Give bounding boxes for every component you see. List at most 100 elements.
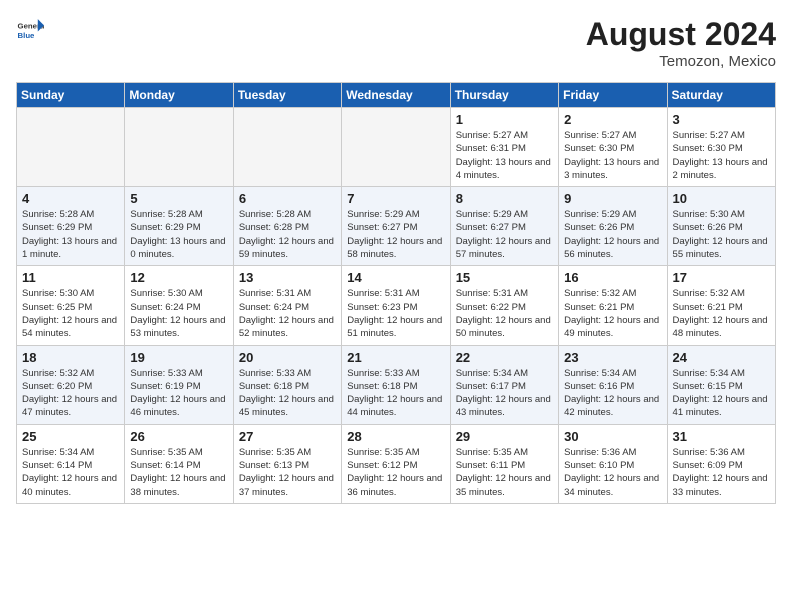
day-number: 3: [673, 112, 770, 127]
day-number: 8: [456, 191, 553, 206]
logo: General Blue: [16, 16, 44, 44]
day-info: Sunrise: 5:35 AMSunset: 6:14 PMDaylight:…: [130, 446, 227, 499]
day-info: Sunrise: 5:31 AMSunset: 6:22 PMDaylight:…: [456, 287, 553, 340]
calendar-cell: 12 Sunrise: 5:30 AMSunset: 6:24 PMDayligh…: [125, 266, 233, 345]
day-info: Sunrise: 5:29 AMSunset: 6:27 PMDaylight:…: [456, 208, 553, 261]
day-info: Sunrise: 5:32 AMSunset: 6:20 PMDaylight:…: [22, 367, 119, 420]
calendar-table: SundayMondayTuesdayWednesdayThursdayFrid…: [16, 82, 776, 504]
day-info: Sunrise: 5:34 AMSunset: 6:16 PMDaylight:…: [564, 367, 661, 420]
calendar-cell: 8 Sunrise: 5:29 AMSunset: 6:27 PMDaylight…: [450, 187, 558, 266]
col-header-friday: Friday: [559, 83, 667, 108]
day-info: Sunrise: 5:33 AMSunset: 6:18 PMDaylight:…: [239, 367, 336, 420]
col-header-wednesday: Wednesday: [342, 83, 450, 108]
day-info: Sunrise: 5:34 AMSunset: 6:15 PMDaylight:…: [673, 367, 770, 420]
col-header-monday: Monday: [125, 83, 233, 108]
day-number: 31: [673, 429, 770, 444]
day-number: 19: [130, 350, 227, 365]
calendar-cell: 20 Sunrise: 5:33 AMSunset: 6:18 PMDayligh…: [233, 345, 341, 424]
day-info: Sunrise: 5:27 AMSunset: 6:30 PMDaylight:…: [673, 129, 770, 182]
calendar-cell: 19 Sunrise: 5:33 AMSunset: 6:19 PMDayligh…: [125, 345, 233, 424]
day-number: 28: [347, 429, 444, 444]
day-number: 4: [22, 191, 119, 206]
calendar-cell: [233, 108, 341, 187]
day-info: Sunrise: 5:27 AMSunset: 6:30 PMDaylight:…: [564, 129, 661, 182]
day-info: Sunrise: 5:36 AMSunset: 6:10 PMDaylight:…: [564, 446, 661, 499]
calendar-cell: 2Sunrise: 5:27 AMSunset: 6:30 PMDaylight…: [559, 108, 667, 187]
day-number: 1: [456, 112, 553, 127]
calendar-cell: 25Sunrise: 5:34 AMSunset: 6:14 PMDayligh…: [17, 424, 125, 503]
day-info: Sunrise: 5:28 AMSunset: 6:28 PMDaylight:…: [239, 208, 336, 261]
calendar-cell: 7Sunrise: 5:29 AMSunset: 6:27 PMDaylight…: [342, 187, 450, 266]
day-info: Sunrise: 5:29 AMSunset: 6:27 PMDaylight:…: [347, 208, 444, 261]
day-info: Sunrise: 5:36 AMSunset: 6:09 PMDaylight:…: [673, 446, 770, 499]
day-number: 15: [456, 270, 553, 285]
col-header-thursday: Thursday: [450, 83, 558, 108]
calendar-cell: 4 Sunrise: 5:28 AMSunset: 6:29 PMDaylight…: [17, 187, 125, 266]
day-info: Sunrise: 5:30 AMSunset: 6:26 PMDaylight:…: [673, 208, 770, 261]
day-info: Sunrise: 5:35 AMSunset: 6:12 PMDaylight:…: [347, 446, 444, 499]
day-number: 22: [456, 350, 553, 365]
day-number: 5: [130, 191, 227, 206]
day-number: 12: [130, 270, 227, 285]
col-header-saturday: Saturday: [667, 83, 775, 108]
day-info: Sunrise: 5:28 AMSunset: 6:29 PMDaylight:…: [130, 208, 227, 261]
day-info: Sunrise: 5:34 AMSunset: 6:17 PMDaylight:…: [456, 367, 553, 420]
day-number: 26: [130, 429, 227, 444]
day-number: 24: [673, 350, 770, 365]
calendar-cell: 31 Sunrise: 5:36 AMSunset: 6:09 PMDayligh…: [667, 424, 775, 503]
calendar-cell: 14 Sunrise: 5:31 AMSunset: 6:23 PMDayligh…: [342, 266, 450, 345]
day-info: Sunrise: 5:30 AMSunset: 6:25 PMDaylight:…: [22, 287, 119, 340]
calendar-cell: 29 Sunrise: 5:35 AMSunset: 6:11 PMDayligh…: [450, 424, 558, 503]
page-header: General Blue August 2024 Temozon, Mexico: [16, 16, 776, 70]
day-number: 20: [239, 350, 336, 365]
day-number: 13: [239, 270, 336, 285]
calendar-cell: 3 Sunrise: 5:27 AMSunset: 6:30 PMDaylight…: [667, 108, 775, 187]
calendar-cell: 15 Sunrise: 5:31 AMSunset: 6:22 PMDayligh…: [450, 266, 558, 345]
calendar-cell: 18 Sunrise: 5:32 AMSunset: 6:20 PMDayligh…: [17, 345, 125, 424]
calendar-cell: 22 Sunrise: 5:34 AMSunset: 6:17 PMDayligh…: [450, 345, 558, 424]
calendar-cell: 28 Sunrise: 5:35 AMSunset: 6:12 PMDayligh…: [342, 424, 450, 503]
title-block: August 2024 Temozon, Mexico: [586, 16, 776, 70]
day-info: Sunrise: 5:33 AMSunset: 6:19 PMDaylight:…: [130, 367, 227, 420]
calendar-cell: 6 Sunrise: 5:28 AMSunset: 6:28 PMDaylight…: [233, 187, 341, 266]
day-number: 25: [22, 429, 119, 444]
week-row-3: 11Sunrise: 5:30 AMSunset: 6:25 PMDayligh…: [17, 266, 776, 345]
week-row-4: 18 Sunrise: 5:32 AMSunset: 6:20 PMDayligh…: [17, 345, 776, 424]
calendar-cell: 16 Sunrise: 5:32 AMSunset: 6:21 PMDayligh…: [559, 266, 667, 345]
calendar-cell: 11Sunrise: 5:30 AMSunset: 6:25 PMDayligh…: [17, 266, 125, 345]
day-info: Sunrise: 5:27 AMSunset: 6:31 PMDaylight:…: [456, 129, 553, 182]
day-info: Sunrise: 5:35 AMSunset: 6:11 PMDaylight:…: [456, 446, 553, 499]
day-number: 9: [564, 191, 661, 206]
calendar-cell: 23 Sunrise: 5:34 AMSunset: 6:16 PMDayligh…: [559, 345, 667, 424]
day-info: Sunrise: 5:30 AMSunset: 6:24 PMDaylight:…: [130, 287, 227, 340]
day-number: 30: [564, 429, 661, 444]
calendar-cell: [342, 108, 450, 187]
calendar-cell: [125, 108, 233, 187]
day-number: 14: [347, 270, 444, 285]
location: Temozon, Mexico: [586, 53, 776, 70]
week-row-1: 1 Sunrise: 5:27 AMSunset: 6:31 PMDaylight…: [17, 108, 776, 187]
week-row-2: 4 Sunrise: 5:28 AMSunset: 6:29 PMDaylight…: [17, 187, 776, 266]
calendar-cell: 1 Sunrise: 5:27 AMSunset: 6:31 PMDaylight…: [450, 108, 558, 187]
day-info: Sunrise: 5:33 AMSunset: 6:18 PMDaylight:…: [347, 367, 444, 420]
header-row: SundayMondayTuesdayWednesdayThursdayFrid…: [17, 83, 776, 108]
day-info: Sunrise: 5:28 AMSunset: 6:29 PMDaylight:…: [22, 208, 119, 261]
calendar-cell: 9 Sunrise: 5:29 AMSunset: 6:26 PMDaylight…: [559, 187, 667, 266]
logo-icon: General Blue: [16, 16, 44, 44]
day-number: 21: [347, 350, 444, 365]
calendar-cell: 13Sunrise: 5:31 AMSunset: 6:24 PMDayligh…: [233, 266, 341, 345]
calendar-cell: 24 Sunrise: 5:34 AMSunset: 6:15 PMDayligh…: [667, 345, 775, 424]
day-number: 18: [22, 350, 119, 365]
day-number: 27: [239, 429, 336, 444]
day-number: 29: [456, 429, 553, 444]
day-number: 23: [564, 350, 661, 365]
day-number: 6: [239, 191, 336, 206]
calendar-cell: [17, 108, 125, 187]
week-row-5: 25Sunrise: 5:34 AMSunset: 6:14 PMDayligh…: [17, 424, 776, 503]
col-header-sunday: Sunday: [17, 83, 125, 108]
day-info: Sunrise: 5:32 AMSunset: 6:21 PMDaylight:…: [564, 287, 661, 340]
day-info: Sunrise: 5:31 AMSunset: 6:23 PMDaylight:…: [347, 287, 444, 340]
calendar-cell: 5 Sunrise: 5:28 AMSunset: 6:29 PMDaylight…: [125, 187, 233, 266]
day-number: 16: [564, 270, 661, 285]
day-info: Sunrise: 5:29 AMSunset: 6:26 PMDaylight:…: [564, 208, 661, 261]
